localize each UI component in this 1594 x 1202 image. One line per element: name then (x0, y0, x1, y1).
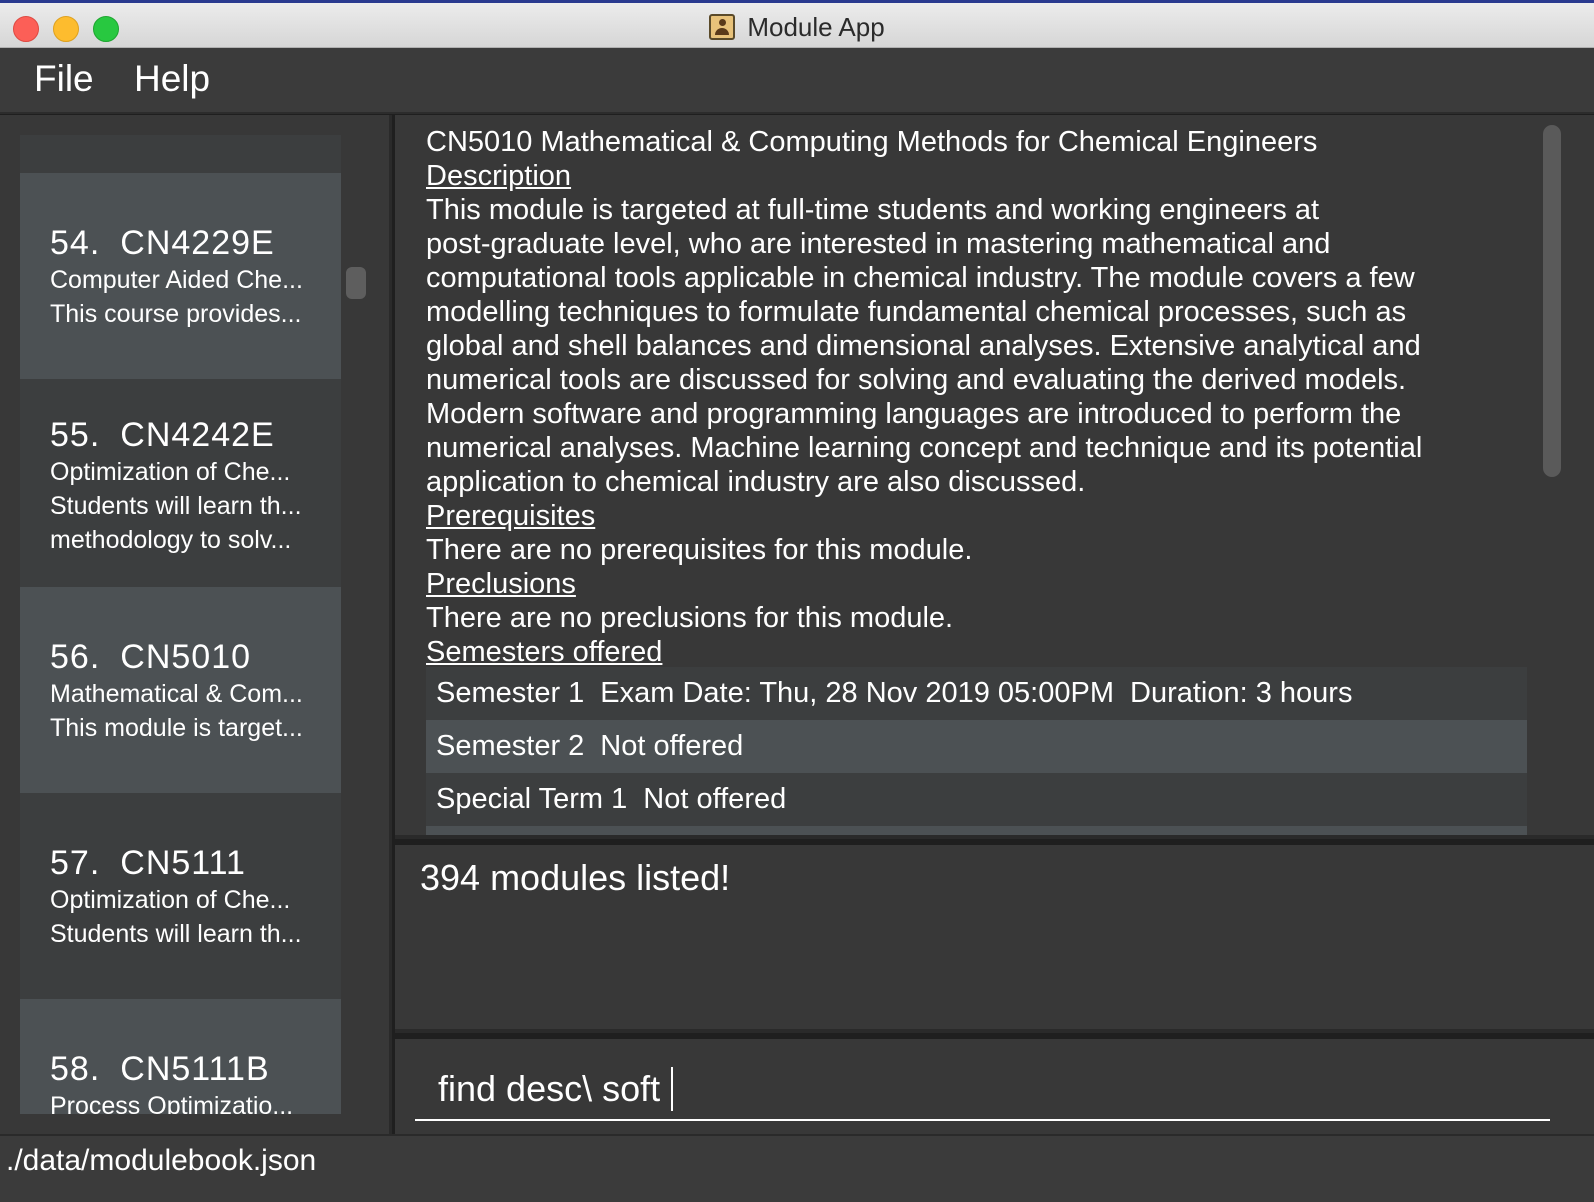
module-detail-title: CN5010 Mathematical & Computing Methods … (426, 126, 1318, 158)
semester-row[interactable]: Semester 2 Not offered (426, 720, 1527, 773)
module-card-header: 55. CN4242E (50, 415, 341, 455)
detail-scrollbar[interactable] (1543, 125, 1561, 477)
semester-exam: Not offered (600, 730, 744, 762)
menu-file[interactable]: File (34, 58, 94, 100)
semesters-table: Semester 1 Exam Date: Thu, 28 Nov 2019 05… (426, 667, 1527, 835)
description-heading: Description (426, 160, 572, 192)
semester-row-partial (426, 826, 1527, 835)
module-card-code: CN5111 (120, 844, 246, 882)
module-list-panel: 54. CN4229E Computer Aided Che... This co… (0, 115, 392, 1134)
module-card-title: Optimization of Che... (50, 458, 291, 486)
preclusions-text: There are no preclusions for this module… (426, 602, 954, 634)
module-card-cn5111b[interactable]: 58. CN5111B Process Optimizatio... (20, 999, 341, 1114)
module-list-scrollbar[interactable] (346, 267, 366, 299)
description-line: This module is targeted at full-time stu… (426, 194, 1320, 226)
window-title-group: Module App (0, 10, 1594, 44)
module-card-index: 54. (50, 224, 101, 262)
module-card-index: 58. (50, 1050, 101, 1088)
module-card-description: This module is target... (50, 714, 303, 742)
semester-row[interactable]: Special Term 1 Not offered (426, 773, 1527, 826)
module-card-cn4242e[interactable]: 55. CN4242E Optimization of Che... Studen… (20, 379, 341, 587)
module-card-header: 56. CN5010 (50, 637, 341, 677)
semester-name: Semester 2 (436, 730, 585, 762)
description-line: application to chemical industry are als… (426, 466, 1086, 498)
window-title: Module App (747, 11, 885, 42)
description-line: modelling techniques to formulate fundam… (426, 296, 1407, 328)
command-input[interactable] (415, 1059, 1550, 1121)
module-card-index: 57. (50, 844, 101, 882)
menu-help[interactable]: Help (134, 58, 210, 100)
preclusions-heading: Preclusions (426, 568, 576, 600)
description-line: numerical tools are discussed for solvin… (426, 364, 1407, 396)
description-line: computational tools applicable in chemic… (426, 262, 1415, 294)
module-card-code: CN5111B (120, 1050, 270, 1088)
module-card-code: CN4229E (120, 224, 275, 262)
title-bar: Module App (0, 0, 1594, 48)
module-card-title: Mathematical & Com... (50, 680, 303, 708)
module-card-title: Optimization of Che... (50, 886, 291, 914)
module-card-code: CN4242E (120, 416, 275, 454)
semester-name: Semester 1 (436, 677, 585, 709)
result-message: 394 modules listed! (420, 857, 731, 898)
text-caret (671, 1067, 673, 1111)
status-bar: ./data/modulebook.json (0, 1134, 1594, 1202)
module-detail-content: CN5010 Mathematical & Computing Methods … (426, 125, 1527, 835)
module-card-header: 57. CN5111 (50, 843, 341, 883)
semesters-heading: Semesters offered (426, 636, 663, 668)
description-line: numerical analyses. Machine learning con… (426, 432, 1423, 464)
address-book-icon (709, 14, 736, 40)
module-card-description: Students will learn th... (50, 920, 302, 948)
description-line: Modern software and programming language… (426, 398, 1402, 430)
module-card-index: 56. (50, 638, 101, 676)
module-card-header: 58. CN5111B (50, 1049, 341, 1089)
semester-name: Special Term 1 (436, 783, 628, 815)
module-card-cn4229e[interactable]: 54. CN4229E Computer Aided Che... This co… (20, 173, 341, 379)
description-line: post-graduate level, who are interested … (426, 228, 1331, 260)
semester-exam: Exam Date: Thu, 28 Nov 2019 05:00PM (600, 677, 1114, 709)
module-card-title: Computer Aided Che... (50, 266, 303, 294)
module-card-description: This course provides... (50, 300, 302, 328)
semester-row[interactable]: Semester 1 Exam Date: Thu, 28 Nov 2019 05… (426, 667, 1527, 720)
module-card-cn5010[interactable]: 56. CN5010 Mathematical & Com... This mod… (20, 587, 341, 793)
command-box (395, 1039, 1594, 1134)
prerequisites-text: There are no prerequisites for this modu… (426, 534, 973, 566)
module-card-title: Process Optimizatio... (50, 1092, 294, 1114)
module-card-code: CN5010 (120, 638, 252, 676)
semester-duration: Duration: 3 hours (1130, 677, 1353, 709)
result-display: 394 modules listed! (395, 845, 1594, 1033)
menu-bar: File Help (0, 48, 1594, 114)
module-card-index: 55. (50, 416, 101, 454)
module-card-header: 54. CN4229E (50, 223, 341, 263)
semester-exam: Not offered (643, 783, 787, 815)
module-list[interactable]: 54. CN4229E Computer Aided Che... This co… (20, 135, 341, 1114)
prerequisites-heading: Prerequisites (426, 500, 596, 532)
description-line: global and shell balances and dimensiona… (426, 330, 1421, 362)
module-detail-panel: CN5010 Mathematical & Computing Methods … (395, 115, 1594, 839)
module-card-description: methodology to solv... (50, 526, 292, 554)
save-file-path: ./data/modulebook.json (6, 1144, 317, 1177)
module-card-description: Students will learn th... (50, 492, 302, 520)
module-card-cn5111[interactable]: 57. CN5111 Optimization of Che... Student… (20, 793, 341, 999)
